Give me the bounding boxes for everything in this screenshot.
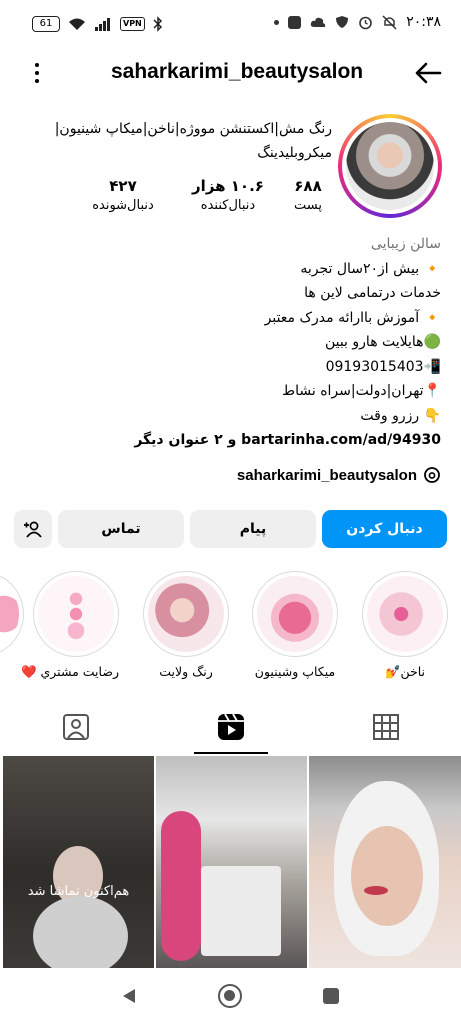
grid-post-overlay: هم‌اکنون تماشا شد bbox=[27, 884, 130, 899]
threads-link[interactable]: saharkarimi_beautysalon bbox=[237, 466, 441, 484]
bio-line: 🟢هایلایت هارو ببین bbox=[324, 334, 441, 350]
highlight-label: میکاپ وشینیون bbox=[254, 664, 336, 679]
tagged-icon[interactable] bbox=[61, 712, 91, 742]
bio-link[interactable]: bartarinha.com/ad/94930 و ۲ عنوان دیگر bbox=[21, 428, 441, 453]
bio-line: 👇 رزرو وقت bbox=[360, 407, 441, 424]
posts-grid: هم‌اکنون تماشا شد bbox=[3, 756, 461, 968]
mute-icon bbox=[382, 14, 397, 30]
reels-icon[interactable] bbox=[216, 712, 246, 742]
avatar[interactable] bbox=[338, 114, 442, 218]
grid-post[interactable]: هم‌اکنون تماشا شد bbox=[3, 756, 154, 968]
highlight-item[interactable]: رنگ ولایت bbox=[143, 571, 229, 679]
bluetooth-icon bbox=[153, 16, 162, 32]
highlight-item[interactable]: ناخن💅 bbox=[362, 571, 448, 680]
profile-stats: ۶۸۸ پست ۱۰.۶ هزار دنبال‌کننده ۴۲۷ دنبال‌… bbox=[73, 176, 333, 216]
bio-line: خدمات درتمامی لاین ها bbox=[304, 285, 441, 301]
follow-button[interactable]: دنبال کردن bbox=[322, 510, 447, 548]
contact-button[interactable]: تماس bbox=[58, 510, 184, 548]
username: saharkarimi_beautysalon bbox=[111, 60, 364, 83]
grid-icon[interactable] bbox=[371, 712, 401, 742]
highlight-item[interactable]: رضایت مشتري ❤️ bbox=[20, 571, 119, 680]
stat-posts-value: ۶۸۸ bbox=[294, 177, 322, 195]
highlight-label: رنگ ولایت bbox=[159, 664, 213, 679]
wifi-icon bbox=[69, 18, 85, 30]
nav-back-icon[interactable] bbox=[121, 987, 139, 1005]
stat-following[interactable]: ۴۲۷ دنبال‌شونده bbox=[73, 176, 173, 216]
profile-actions: دنبال کردن پیام تماس bbox=[14, 510, 447, 548]
shield-icon bbox=[336, 16, 349, 28]
system-nav-bar bbox=[0, 968, 461, 1024]
nav-home-icon[interactable] bbox=[218, 984, 242, 1008]
add-user-button[interactable] bbox=[14, 510, 52, 548]
profile-title-line: میکروبلیدینگ bbox=[257, 145, 332, 161]
signal-icon bbox=[95, 18, 110, 31]
bio-line: 📍تهران|دولت|سراه نشاط bbox=[282, 383, 441, 399]
profile-title-line: رنگ مش|اکستنشن مووژه|ناخن|میکاپ شینیون| bbox=[54, 121, 332, 137]
profile-category: سالن زیبایی bbox=[370, 236, 441, 252]
threads-handle: saharkarimi_beautysalon bbox=[236, 466, 417, 484]
highlight-label: رضایت مشتري ❤️ bbox=[20, 664, 119, 679]
stat-followers-label: دنبال‌کننده bbox=[200, 198, 256, 213]
vpn-badge: VPN bbox=[120, 17, 145, 31]
profile-bio: سالن زیبایی 🔸 بیش از۲۰سال تجربه خدمات در… bbox=[21, 232, 441, 453]
highlight-partial[interactable] bbox=[0, 571, 24, 657]
message-button[interactable]: پیام bbox=[190, 510, 316, 548]
more-icon[interactable] bbox=[26, 58, 48, 88]
stat-followers[interactable]: ۱۰.۶ هزار دنبال‌کننده bbox=[183, 176, 273, 216]
stat-followers-value: ۱۰.۶ هزار bbox=[192, 177, 264, 195]
app-notification-icon bbox=[288, 15, 302, 29]
status-bar: 61 VPN ۲۰:۳۸ bbox=[0, 0, 461, 48]
stat-posts[interactable]: ۶۸۸ پست bbox=[283, 176, 333, 216]
notification-dot-icon bbox=[274, 19, 280, 25]
grid-post[interactable] bbox=[156, 756, 307, 968]
clock: ۲۰:۳۸ bbox=[406, 14, 441, 30]
add-user-icon bbox=[24, 521, 42, 538]
stat-posts-label: پست bbox=[294, 198, 322, 213]
alarm-icon bbox=[359, 16, 373, 29]
stat-following-label: دنبال‌شونده bbox=[92, 198, 154, 213]
grid-post[interactable] bbox=[309, 756, 461, 968]
back-arrow-icon[interactable] bbox=[413, 58, 443, 88]
threads-icon bbox=[424, 467, 440, 483]
profile-header: saharkarimi_beautysalon bbox=[0, 54, 461, 92]
highlight-item[interactable]: میکاپ وشینیون bbox=[252, 571, 338, 679]
cloud-icon bbox=[311, 17, 326, 27]
highlight-label: ناخن💅 bbox=[384, 664, 426, 679]
stat-following-value: ۴۲۷ bbox=[109, 177, 137, 195]
bio-line: 🔸 بیش از۲۰سال تجربه bbox=[300, 260, 441, 277]
profile-tabs bbox=[0, 704, 461, 754]
bio-line: 🔸 آموزش باارائه مدرک معتبر bbox=[264, 309, 441, 326]
nav-recents-icon[interactable] bbox=[323, 988, 339, 1004]
bio-line: 📲09193015403 bbox=[325, 358, 441, 375]
active-tab-indicator bbox=[194, 752, 268, 754]
battery-icon: 61 bbox=[32, 16, 60, 32]
profile-title: رنگ مش|اکستنشن مووژه|ناخن|میکاپ شینیون| … bbox=[32, 117, 332, 165]
